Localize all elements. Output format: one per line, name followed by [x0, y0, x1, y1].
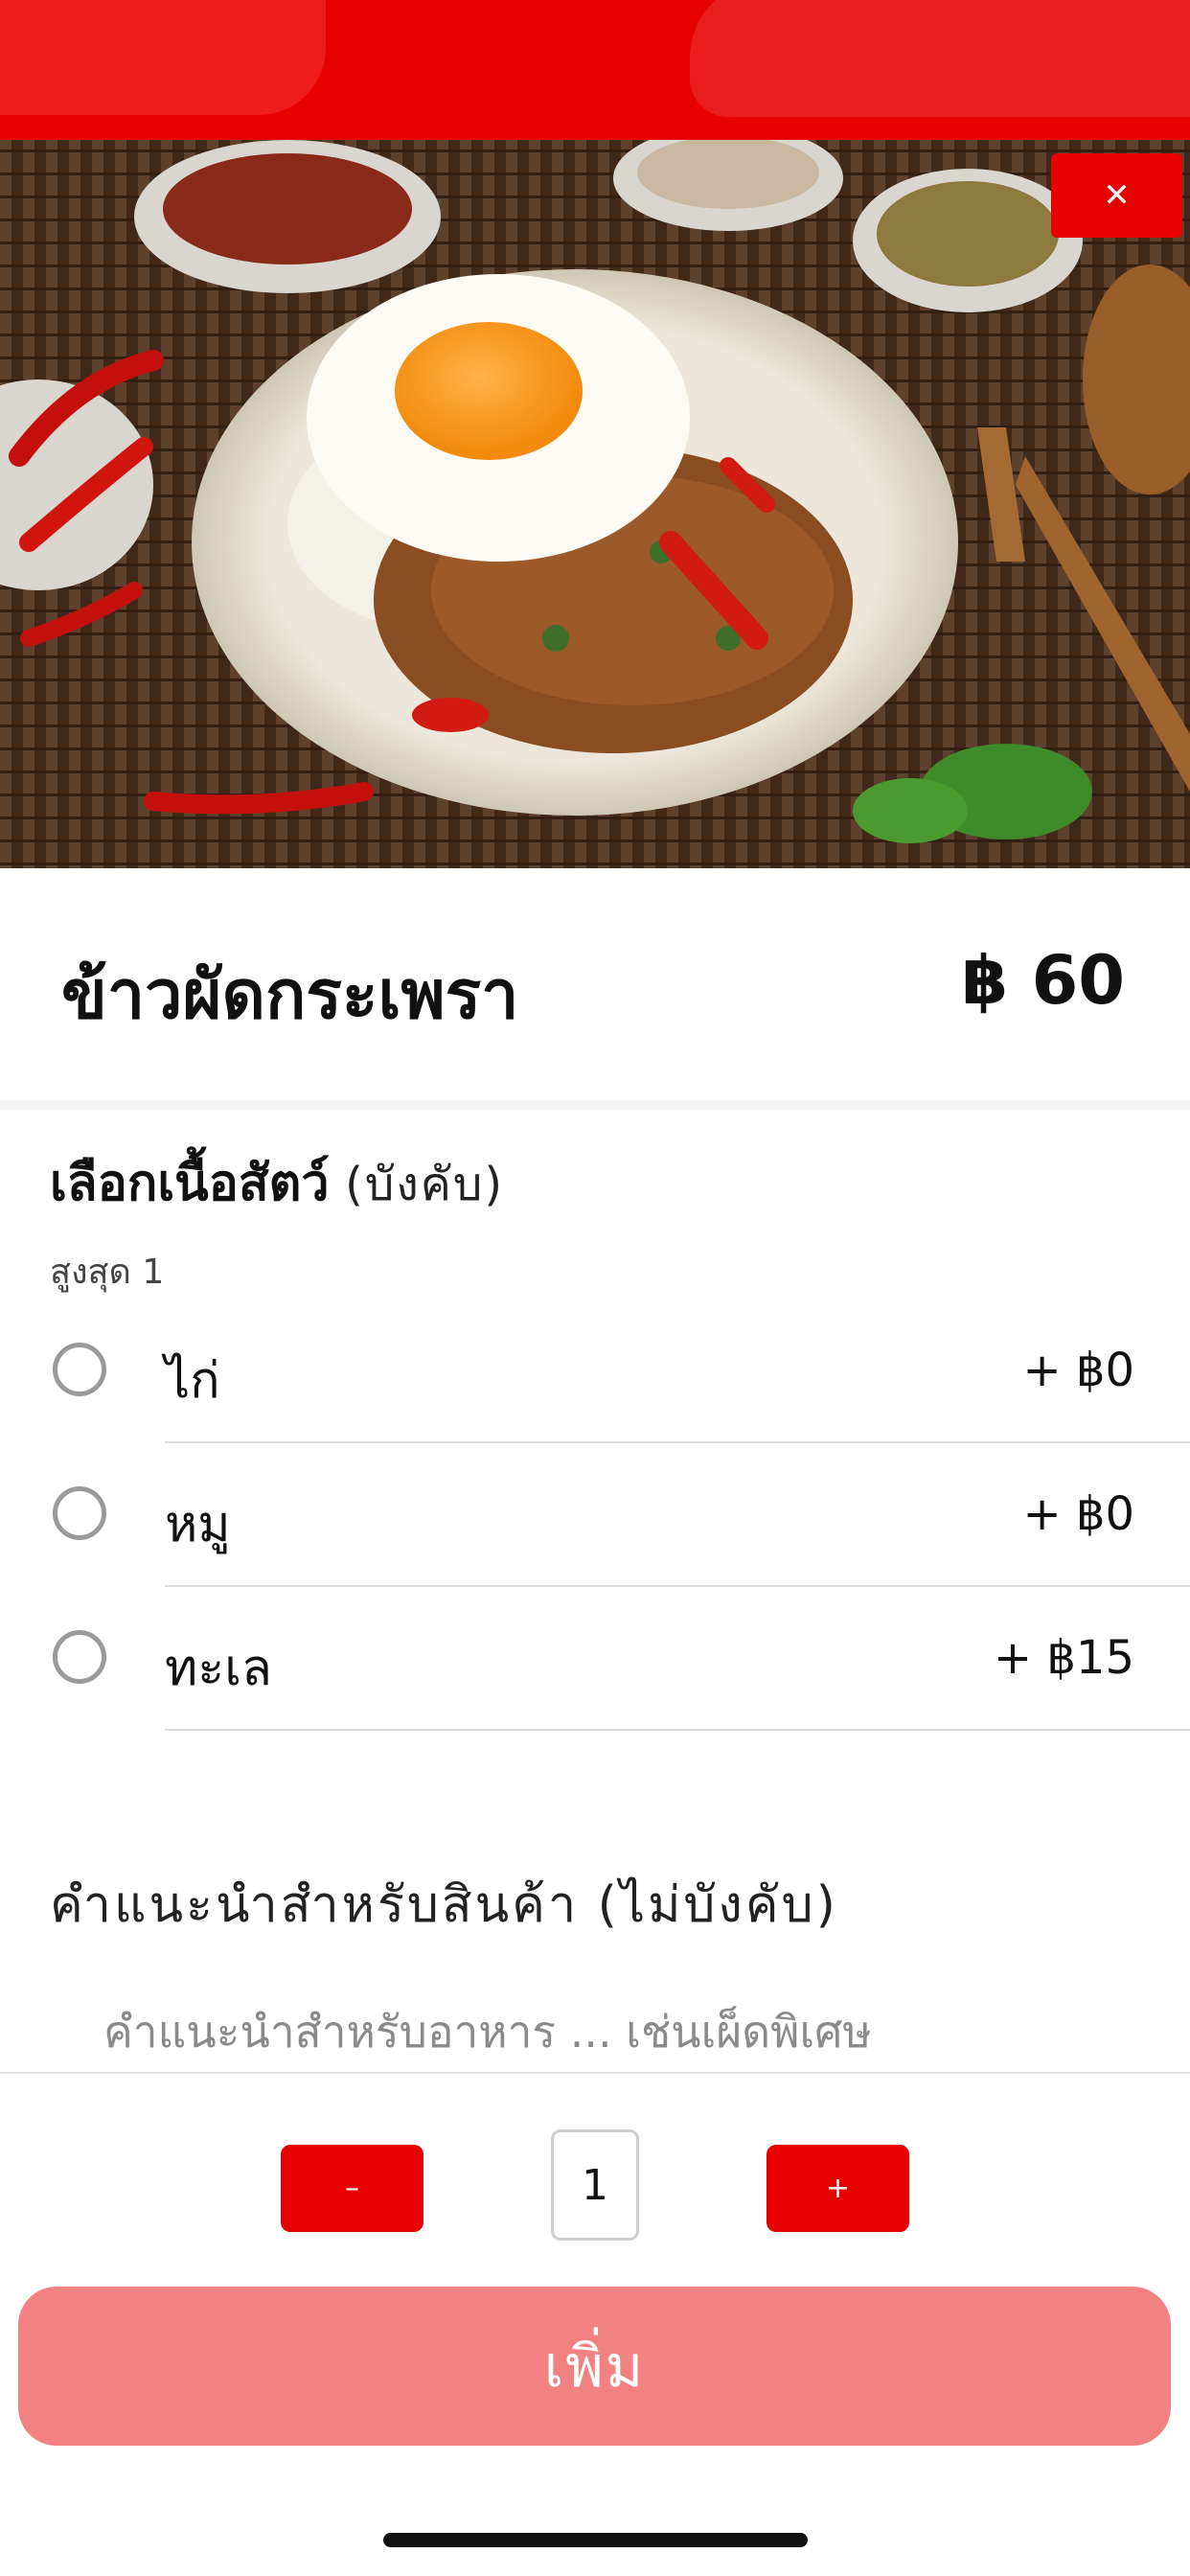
meat-section-title: เลือกเนื้อสัตว์ (บังคับ)	[50, 1142, 504, 1222]
home-indicator	[383, 2533, 808, 2547]
item-name: ข้าวผัดกระเพรา	[61, 955, 519, 1034]
option-label: ทะเล	[165, 1640, 272, 1697]
radio-button[interactable]	[53, 1343, 106, 1396]
section-divider	[0, 1100, 1190, 1110]
minus-icon: –	[345, 2172, 359, 2205]
plus-icon: +	[825, 2172, 851, 2205]
max-selection-label: สูงสุด 1	[50, 1253, 165, 1292]
option-price: + ฿0	[1022, 1487, 1134, 1541]
close-icon: ✕	[1103, 176, 1131, 215]
required-label: (บังคับ)	[345, 1158, 505, 1211]
option-price: + ฿0	[1022, 1344, 1134, 1397]
increase-quantity-button[interactable]: +	[767, 2145, 909, 2232]
add-button-label: เพิ่ม	[543, 2333, 646, 2401]
food-photo-illustration	[0, 140, 1190, 868]
add-to-cart-button[interactable]: เพิ่ม	[18, 2287, 1171, 2446]
option-seafood[interactable]: ทะเล + ฿15	[0, 1587, 1190, 1731]
note-section-title: คำแนะนำสำหรับสินค้า (ไม่บังคับ)	[50, 1876, 838, 1934]
note-input[interactable]	[103, 1995, 1138, 2068]
quantity-field[interactable]	[551, 2129, 639, 2241]
option-pork[interactable]: หมู + ฿0	[0, 1443, 1190, 1587]
option-chicken[interactable]: ไก่ + ฿0	[0, 1300, 1190, 1443]
radio-button[interactable]	[53, 1630, 106, 1684]
top-header-bar	[0, 0, 1190, 140]
header-decoration	[690, 0, 1190, 117]
item-header: ข้าวผัดกระเพรา ฿ 60	[0, 868, 1190, 1100]
meat-section-heading: เลือกเนื้อสัตว์	[50, 1155, 330, 1212]
food-photo	[0, 140, 1190, 868]
close-button[interactable]: ✕	[1051, 153, 1182, 238]
option-label: หมู	[165, 1496, 231, 1553]
option-price: + ฿15	[993, 1631, 1134, 1685]
item-price: ฿ 60	[961, 941, 1126, 1020]
bottom-divider	[0, 2072, 1190, 2074]
decrease-quantity-button[interactable]: –	[281, 2145, 423, 2232]
header-decoration	[0, 0, 326, 115]
option-divider	[165, 1729, 1190, 1731]
radio-button[interactable]	[53, 1486, 106, 1540]
option-label: ไก่	[165, 1352, 220, 1410]
